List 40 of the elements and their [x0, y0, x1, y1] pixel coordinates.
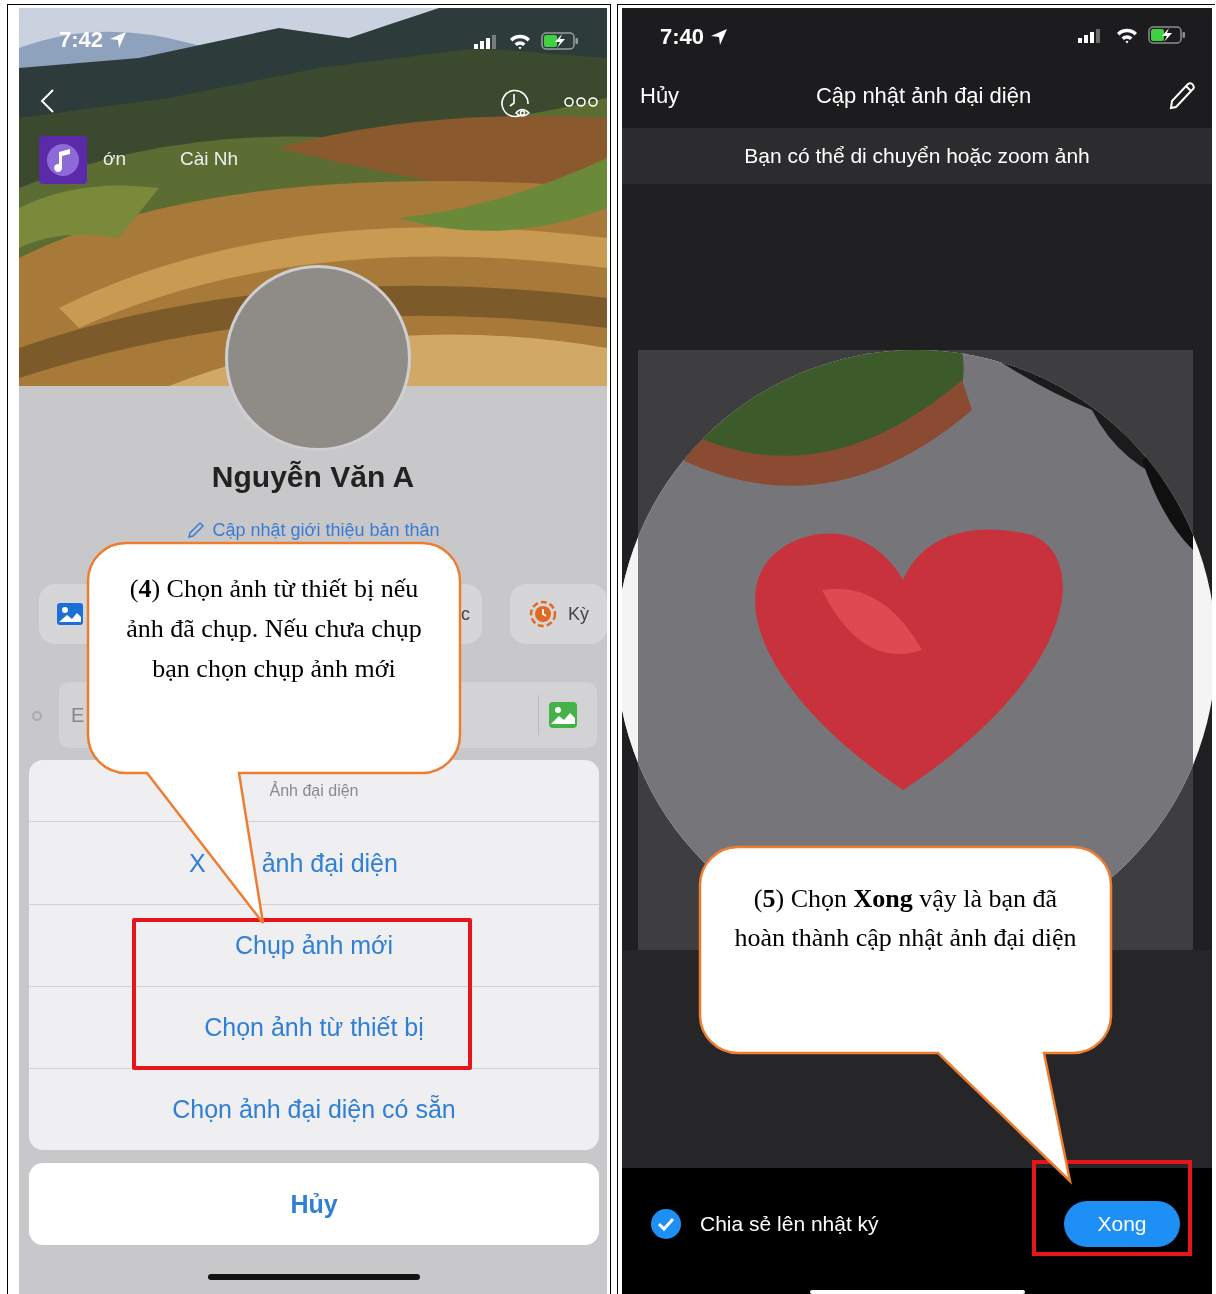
bio-link[interactable]: Cập nhật giới thiệu bản thân	[212, 519, 440, 541]
pencil-icon[interactable]	[1168, 81, 1196, 111]
cancel-button[interactable]: Hủy	[640, 83, 680, 109]
back-icon[interactable]	[39, 88, 55, 114]
location-arrow-icon	[710, 28, 729, 46]
shortcut-label[interactable]: ớn	[103, 148, 127, 170]
photo-icon	[57, 603, 83, 625]
image-icon[interactable]	[549, 702, 577, 728]
menu-option[interactable]: Chụp ảnh mới	[234, 930, 394, 961]
clock-time: 7:40	[660, 24, 705, 50]
more-icon[interactable]	[563, 96, 599, 108]
cancel-button[interactable]: Hủy	[29, 1163, 599, 1245]
hint-text: Bạn có thể di chuyển hoặc zoom ảnh	[744, 144, 1090, 168]
memories-chip[interactable]: Kỳ	[510, 584, 607, 644]
clock-icon	[528, 599, 558, 629]
menu-option[interactable]: Chọn ảnh từ thiết bị	[204, 1012, 424, 1043]
menu-option[interactable]: Chọn ảnh đại diện có sẵn	[172, 1094, 456, 1125]
menu-option[interactable]: ảnh đại diện	[261, 847, 398, 878]
location-arrow-icon	[109, 31, 128, 49]
post-input[interactable]: E	[69, 694, 528, 736]
screen-title: Cập nhật ảnh đại diện	[815, 83, 1032, 109]
callout-text: (4) Chọn ảnh từ thiết bị nếu ảnh đã chụp. Nếu chưa chụp bạn chọn chụp ảnh mới	[125, 573, 423, 685]
clock-time: 7:42	[59, 28, 104, 52]
wifi-icon	[1116, 28, 1138, 44]
done-button[interactable]: Xong	[1064, 1201, 1180, 1247]
pencil-icon	[186, 521, 205, 539]
menu-option[interactable]: X	[189, 847, 206, 878]
wifi-icon	[509, 34, 531, 50]
timeline-dot	[32, 711, 42, 721]
battery-icon	[1148, 26, 1186, 44]
callout-text: (5) Chọn Xong vậy là bạn đã hoàn thành cập nhật ảnh đại diện	[733, 883, 1078, 954]
signal-icon	[1078, 29, 1102, 43]
signal-icon	[474, 35, 498, 49]
checkbox-label: Chia sẻ lên nhật ký	[700, 1212, 880, 1236]
profile-name: Nguyễn Văn A	[211, 459, 415, 495]
shortcut-label[interactable]: Cài Nh	[180, 148, 239, 170]
checkbox[interactable]	[650, 1208, 682, 1240]
sheet-title: Ảnh đại diện	[269, 780, 359, 801]
music-app-icon[interactable]	[39, 136, 87, 184]
battery-icon	[541, 32, 579, 50]
